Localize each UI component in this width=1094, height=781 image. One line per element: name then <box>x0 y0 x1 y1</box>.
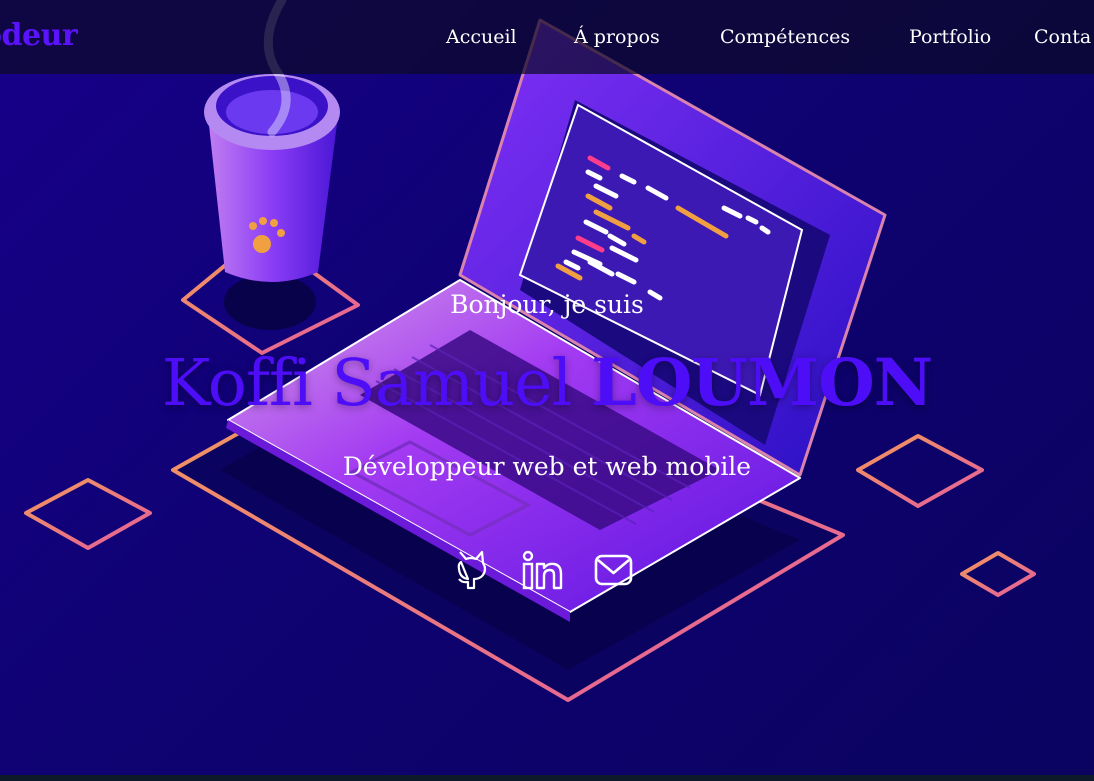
diamond-small <box>960 551 1036 597</box>
linkedin-link[interactable] <box>522 548 564 592</box>
linkedin-icon <box>522 550 563 590</box>
nav-link-competences[interactable]: Compétences <box>720 26 850 48</box>
github-icon <box>457 550 487 590</box>
nav-link-contact[interactable]: Conta <box>1034 26 1091 48</box>
hero-role: Développeur web et web mobile <box>342 452 752 481</box>
hero-last-name: LOUMON <box>591 345 933 421</box>
diamond-left <box>24 478 152 550</box>
bottom-strip <box>0 775 1094 781</box>
mail-link[interactable] <box>594 548 634 592</box>
navbar: odeur Accueil Á propos Compétences Portf… <box>0 0 1094 74</box>
hero-greeting: Bonjour, je suis <box>450 290 644 319</box>
nav-link-a-propos[interactable]: Á propos <box>574 26 660 48</box>
logo[interactable]: odeur <box>0 18 78 53</box>
coffee-cup <box>204 74 340 282</box>
mail-icon <box>594 554 633 586</box>
nav-link-accueil[interactable]: Accueil <box>446 26 517 48</box>
hero-first-name: Koffi Samuel <box>161 346 573 421</box>
hero-name: Koffi Samuel LOUMON <box>0 345 1094 421</box>
github-link[interactable] <box>452 548 490 592</box>
nav-link-portfolio[interactable]: Portfolio <box>909 26 991 48</box>
